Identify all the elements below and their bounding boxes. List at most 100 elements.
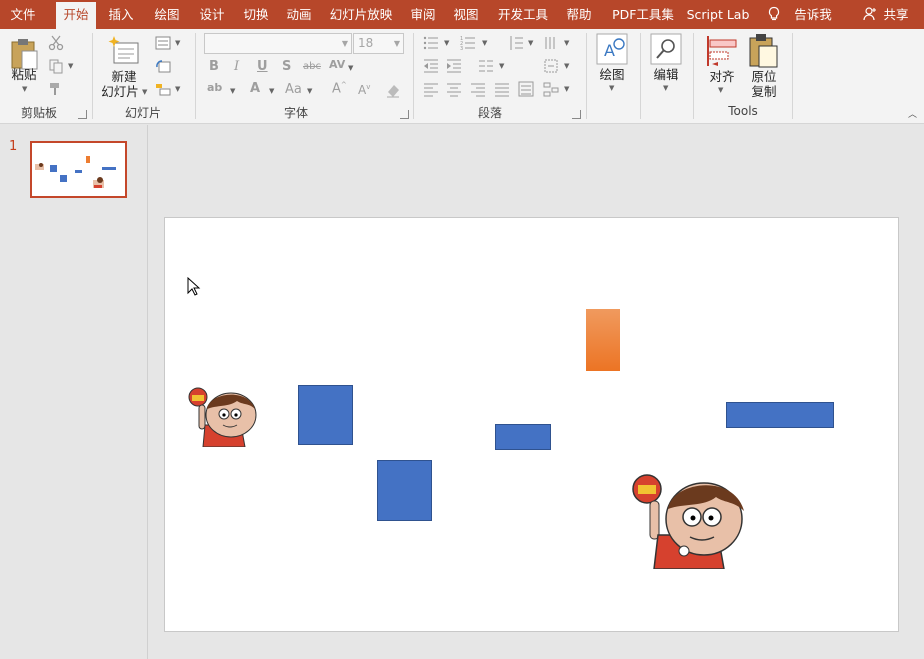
divider <box>92 33 93 119</box>
tab-view[interactable]: 视图 <box>445 0 487 29</box>
paste-in-place-button[interactable]: 复制 <box>744 85 784 99</box>
increase-font-icon[interactable]: A^ <box>332 81 347 96</box>
align-dropdown-icon[interactable]: ▼ <box>718 86 723 94</box>
thumbnail-blue-bar <box>102 167 116 170</box>
section-icon[interactable] <box>155 81 171 97</box>
bold-icon[interactable]: B <box>209 59 219 74</box>
align-text-dropdown-icon[interactable]: ▼ <box>564 62 569 70</box>
thumbnail-sticker-small <box>35 163 44 170</box>
new-slide-dropdown-icon[interactable]: ▼ <box>142 88 147 96</box>
blue-rectangle-shape[interactable] <box>495 424 551 450</box>
highlight-dropdown-icon[interactable]: ▼ <box>230 87 235 95</box>
person-add-icon <box>863 7 876 21</box>
tab-draw[interactable]: 绘图 <box>144 0 190 29</box>
text-direction-icon[interactable] <box>543 35 559 51</box>
columns-dropdown-icon[interactable]: ▼ <box>499 62 504 70</box>
tab-help[interactable]: 帮助 <box>558 0 600 29</box>
cut-icon[interactable] <box>48 35 64 51</box>
bullets-icon[interactable] <box>423 35 439 51</box>
bullets-dropdown-icon[interactable]: ▼ <box>444 39 449 47</box>
format-painter-icon[interactable] <box>48 81 64 97</box>
orange-rectangle-shape[interactable] <box>586 309 620 371</box>
share-button[interactable]: 共享 <box>878 0 914 29</box>
line-spacing-icon[interactable] <box>508 35 524 51</box>
text-shadow-icon[interactable]: S <box>282 59 291 74</box>
drawing-dropdown-icon[interactable]: ▼ <box>609 84 614 92</box>
font-group-label: 字体 <box>283 106 308 120</box>
numbering-dropdown-icon[interactable]: ▼ <box>482 39 487 47</box>
change-case-icon[interactable]: Aa <box>285 82 302 97</box>
editing-button[interactable]: 编辑 <box>646 68 686 82</box>
thumbnail-blue-square <box>60 175 67 182</box>
spacing-dropdown-icon[interactable]: ▼ <box>348 64 353 72</box>
paste-button[interactable]: 粘贴 <box>6 68 42 82</box>
eraser-icon[interactable] <box>385 82 401 98</box>
reset-icon[interactable] <box>155 58 171 74</box>
align-left-icon[interactable] <box>423 81 439 97</box>
character-spacing-icon[interactable]: AV <box>329 58 345 71</box>
align-center-icon[interactable] <box>446 81 462 97</box>
italic-icon[interactable]: I <box>234 59 239 74</box>
font-color-dropdown-icon[interactable]: ▼ <box>269 87 274 95</box>
paste-in-place-label-line1[interactable]: 原位 <box>744 70 784 84</box>
tab-review[interactable]: 审阅 <box>402 0 444 29</box>
increase-indent-icon[interactable] <box>446 58 462 74</box>
justify-icon[interactable] <box>494 81 510 97</box>
svg-text:3: 3 <box>460 46 463 51</box>
font-launcher-icon[interactable] <box>400 110 409 119</box>
blue-long-bar-shape[interactable] <box>726 402 834 428</box>
tab-design[interactable]: 设计 <box>190 0 234 29</box>
copy-dropdown-icon[interactable]: ▼ <box>68 62 73 70</box>
underline-icon[interactable]: U <box>257 59 268 74</box>
divider <box>413 33 414 119</box>
slide-thumbnail[interactable] <box>30 141 127 198</box>
paste-dropdown-icon[interactable]: ▼ <box>22 85 27 93</box>
paragraph-launcher-icon[interactable] <box>572 110 581 119</box>
case-dropdown-icon[interactable]: ▼ <box>307 87 312 95</box>
tab-pdf-tools[interactable]: PDF工具集 <box>603 0 683 29</box>
divider <box>792 33 793 119</box>
align-button[interactable]: 对齐 <box>702 70 742 84</box>
lightbulb-icon <box>768 6 780 21</box>
chevron-down-icon: ▼ <box>341 39 348 48</box>
line-spacing-dropdown-icon[interactable]: ▼ <box>528 39 533 47</box>
columns-icon[interactable] <box>478 58 494 74</box>
tab-insert[interactable]: 插入 <box>100 0 142 29</box>
tab-home[interactable]: 开始 <box>56 2 96 29</box>
smartart-dropdown-icon[interactable]: ▼ <box>564 85 569 93</box>
font-color-icon[interactable]: A <box>250 81 260 96</box>
numbering-icon[interactable]: 123 <box>460 35 476 51</box>
clipboard-launcher-icon[interactable] <box>78 110 87 119</box>
strikethrough-icon[interactable]: abc <box>303 61 321 72</box>
layout-dropdown-icon[interactable]: ▼ <box>175 39 180 47</box>
new-slide-button[interactable]: 幻灯片 <box>100 85 140 99</box>
text-direction-dropdown-icon[interactable]: ▼ <box>564 39 569 47</box>
decrease-font-icon[interactable]: Av <box>358 83 370 97</box>
tab-slideshow[interactable]: 幻灯片放映 <box>323 0 399 29</box>
copy-icon[interactable] <box>48 58 64 74</box>
tab-developer[interactable]: 开发工具 <box>490 0 556 29</box>
layout-icon[interactable] <box>155 35 171 51</box>
section-dropdown-icon[interactable]: ▼ <box>175 85 180 93</box>
tab-animations[interactable]: 动画 <box>278 0 320 29</box>
slide-thumbnail-pane: 1 <box>0 125 148 659</box>
tab-file[interactable]: 文件 <box>0 0 46 29</box>
smartart-icon[interactable] <box>543 81 559 97</box>
align-right-icon[interactable] <box>470 81 486 97</box>
decrease-indent-icon[interactable] <box>423 58 439 74</box>
clear-format-icon[interactable]: ab <box>207 81 222 94</box>
tab-transitions[interactable]: 切换 <box>234 0 278 29</box>
new-slide-label-line1[interactable]: 新建 <box>104 70 144 84</box>
blue-square-shape[interactable] <box>377 460 432 521</box>
font-size-combo[interactable]: 18 ▼ <box>353 33 404 54</box>
align-text-icon[interactable] <box>543 58 559 74</box>
tab-script-lab[interactable]: Script Lab <box>683 0 753 29</box>
font-name-combo[interactable]: ▼ <box>204 33 352 54</box>
collapse-ribbon-icon[interactable]: ︿ <box>908 107 917 120</box>
distributed-icon[interactable] <box>518 81 534 97</box>
tell-me-search[interactable]: 告诉我 <box>788 0 838 29</box>
drawing-button[interactable]: 绘图 <box>592 68 632 82</box>
slide-canvas[interactable] <box>164 217 899 632</box>
blue-square-shape[interactable] <box>298 385 353 445</box>
editing-dropdown-icon[interactable]: ▼ <box>663 84 668 92</box>
